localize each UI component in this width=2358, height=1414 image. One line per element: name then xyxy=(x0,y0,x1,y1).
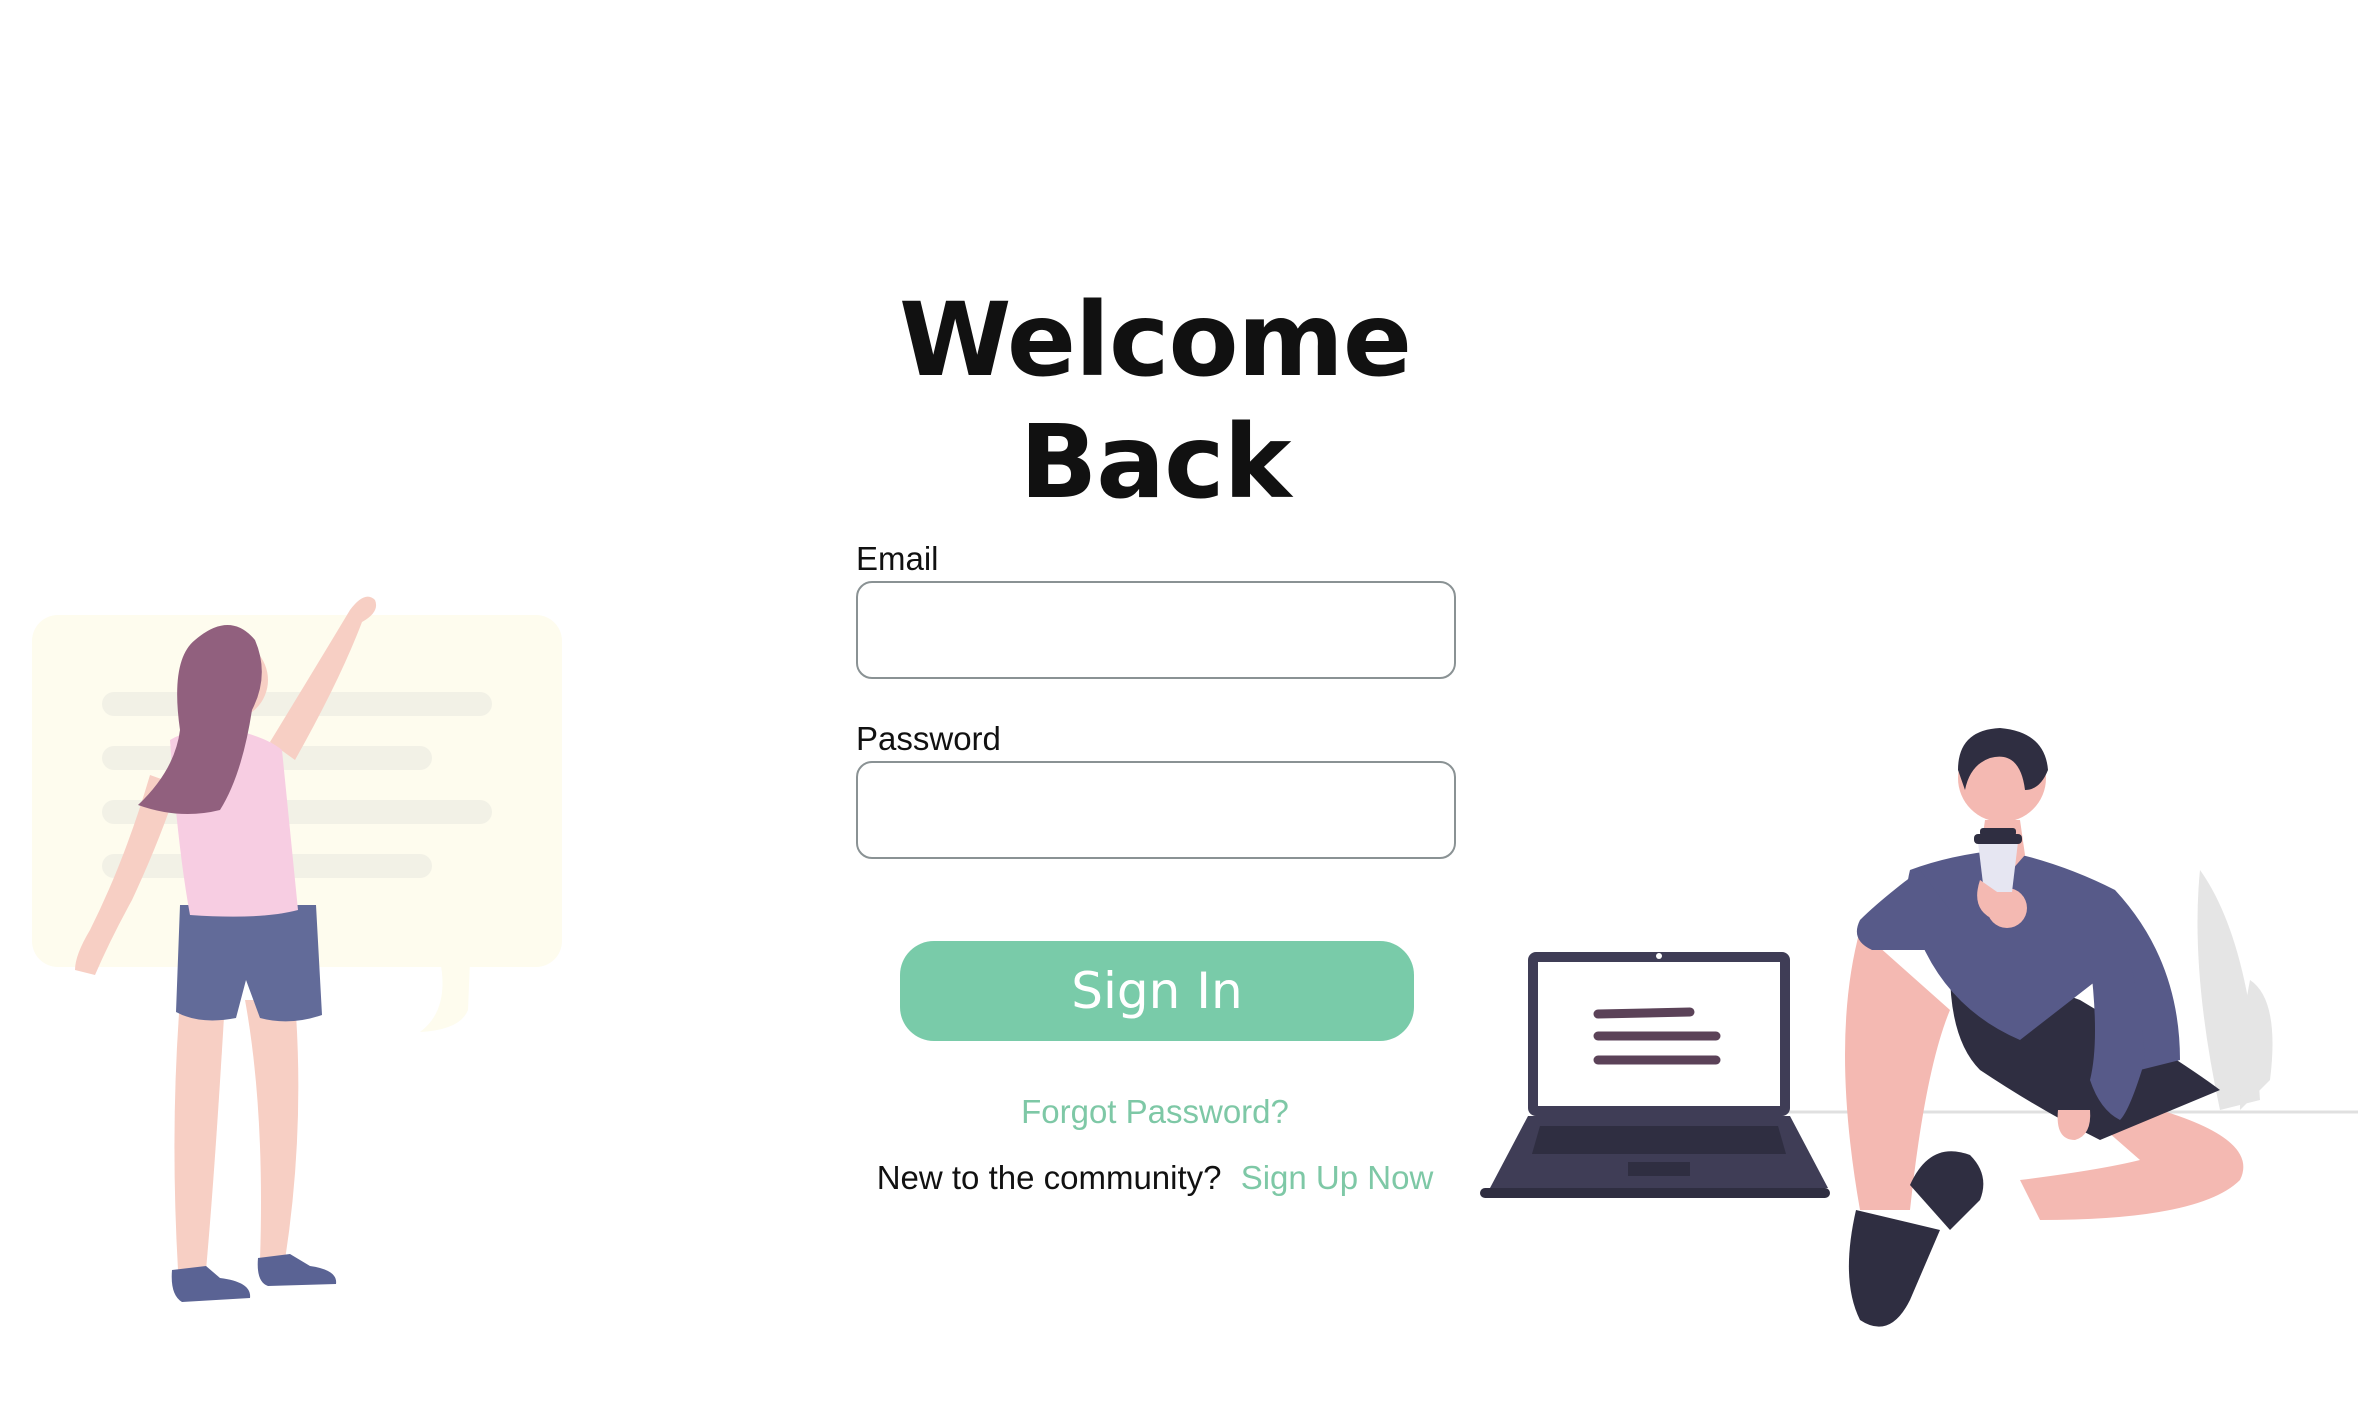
forgot-password-link[interactable]: Forgot Password? xyxy=(760,1093,1550,1131)
man-figure xyxy=(1845,728,2244,1327)
password-field[interactable] xyxy=(856,761,1456,860)
man-laptop-illustration xyxy=(1480,728,2358,1327)
sign-up-link[interactable]: Sign Up Now xyxy=(1241,1159,1434,1196)
sign-in-button[interactable]: Sign In xyxy=(900,941,1414,1042)
login-page: Welcome Back Email Password Sign In Forg… xyxy=(0,0,2358,1414)
signup-row: New to the community? Sign Up Now xyxy=(760,1159,1550,1197)
password-label: Password xyxy=(856,720,1001,758)
laptop-graphic xyxy=(1480,952,1830,1198)
login-form: Welcome Back Email Password Sign In Forg… xyxy=(760,280,1550,1197)
email-field[interactable] xyxy=(856,581,1456,680)
page-title: Welcome Back xyxy=(898,281,1412,523)
plant-graphic xyxy=(2197,870,2273,1110)
email-label: Email xyxy=(856,539,939,577)
signup-prompt: New to the community? xyxy=(876,1159,1222,1197)
woman-chat-illustration xyxy=(32,596,562,1302)
